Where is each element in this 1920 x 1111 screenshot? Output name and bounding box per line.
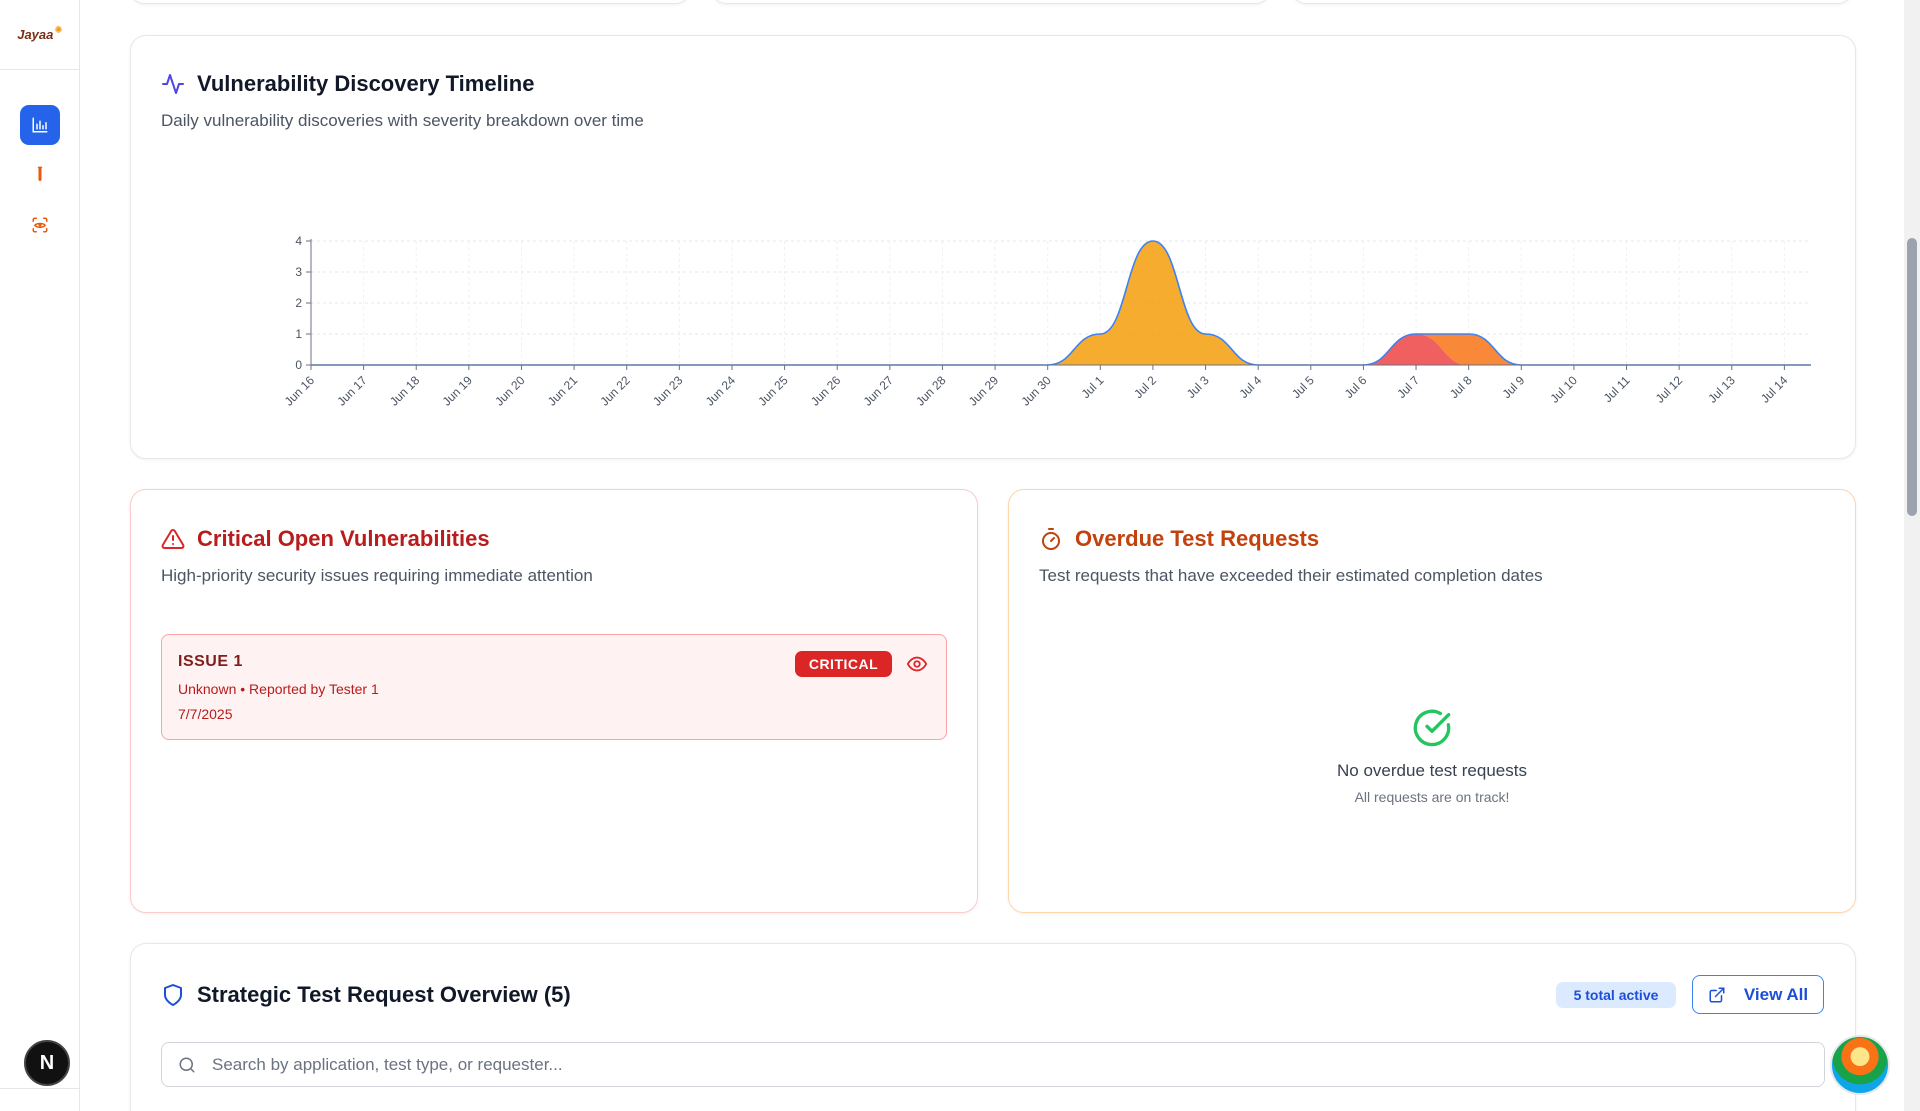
sidebar: Jayaa ✺ N [0, 0, 80, 1111]
nav-dashboard-button[interactable] [20, 105, 60, 145]
overdue-card: Overdue Test Requests Test requests that… [1008, 489, 1856, 913]
x-tick-label: Jun 18 [387, 373, 423, 409]
issue-date: 7/7/2025 [178, 706, 233, 722]
x-tick-label: Jun 25 [755, 373, 791, 409]
eye-icon[interactable] [906, 653, 928, 675]
bar-chart-icon [32, 117, 48, 133]
strategic-title: Strategic Test Request Overview (5) [161, 982, 571, 1008]
x-tick-label: Jul 6 [1342, 373, 1370, 401]
severity-badge: CRITICAL [795, 651, 892, 677]
x-tick-label: Jun 28 [913, 373, 949, 409]
view-all-label: View All [1743, 984, 1809, 1004]
user-avatar-badge[interactable]: N [24, 1040, 70, 1086]
x-tick-label: Jul 4 [1236, 373, 1264, 401]
stat-card-2 [712, 0, 1270, 4]
assistant-avatar-button[interactable] [1830, 1035, 1890, 1095]
x-tick-label: Jun 17 [334, 373, 370, 409]
timeline-title-text: Vulnerability Discovery Timeline [197, 71, 535, 96]
strategic-title-text: Strategic Test Request Overview (5) [197, 982, 571, 1007]
overdue-title: Overdue Test Requests [1039, 526, 1319, 552]
external-link-icon [1709, 987, 1725, 1002]
x-tick-label: Jul 8 [1447, 373, 1475, 401]
y-tick-label: 2 [295, 296, 302, 310]
timeline-subtitle: Daily vulnerability discoveries with sev… [161, 111, 644, 130]
scrollbar-track[interactable] [1904, 0, 1920, 1111]
activity-icon [162, 74, 184, 94]
active-count-badge: 5 total active [1556, 982, 1676, 1008]
timer-icon [1042, 528, 1060, 550]
x-tick-label: Jul 2 [1131, 373, 1159, 401]
x-tick-label: Jul 11 [1601, 373, 1633, 405]
search-input[interactable] [212, 1043, 1792, 1086]
series-area-0 [311, 334, 1811, 365]
issue-title: ISSUE 1 [178, 653, 243, 670]
critical-subtitle: High-priority security issues requiring … [161, 566, 593, 585]
x-tick-label: Jun 19 [440, 373, 476, 409]
x-tick-label: Jul 13 [1705, 373, 1738, 406]
search-icon [179, 1057, 195, 1073]
x-tick-label: Jul 7 [1394, 373, 1422, 401]
empty-state: No overdue test requests All requests ar… [1009, 708, 1855, 805]
scrollbar-thumb[interactable] [1907, 238, 1917, 516]
timeline-title: Vulnerability Discovery Timeline [161, 71, 534, 97]
sidebar-divider [0, 1088, 80, 1089]
x-tick-label: Jun 16 [282, 373, 318, 409]
x-tick-label: Jul 10 [1547, 373, 1580, 406]
x-tick-label: Jul 9 [1500, 373, 1528, 401]
x-tick-label: Jun 24 [703, 373, 739, 409]
critical-issue-item[interactable]: ISSUE 1 Unknown • Reported by Tester 1 7… [161, 634, 947, 740]
critical-title: Critical Open Vulnerabilities [161, 526, 490, 552]
x-tick-label: Jun 30 [1018, 373, 1054, 409]
x-tick-label: Jun 20 [492, 373, 528, 409]
empty-subtitle: All requests are on track! [1354, 789, 1510, 805]
sun-icon: ✺ [54, 25, 63, 36]
critical-card: Critical Open Vulnerabilities High-prior… [130, 489, 978, 913]
search-field[interactable] [161, 1042, 1825, 1087]
empty-title: No overdue test requests [1337, 761, 1527, 780]
test-tube-icon [37, 166, 43, 181]
y-tick-label: 3 [295, 265, 302, 279]
view-all-button[interactable]: View All [1692, 975, 1824, 1014]
critical-title-text: Critical Open Vulnerabilities [197, 526, 490, 551]
x-tick-label: Jul 1 [1079, 373, 1107, 401]
y-tick-label: 0 [295, 358, 302, 372]
overdue-title-text: Overdue Test Requests [1075, 526, 1320, 551]
x-tick-label: Jul 12 [1653, 373, 1686, 406]
x-tick-label: Jun 21 [545, 373, 581, 409]
nav-scan-button[interactable] [20, 205, 60, 245]
issue-meta: Unknown • Reported by Tester 1 [178, 681, 379, 697]
y-tick-label: 1 [295, 327, 302, 341]
timeline-chart: 0 1 2 3 4 Jun 16 Jun 17 Jun 18 Jun 19 Jun 20 Jun 2… [282, 234, 1811, 409]
app-logo[interactable]: Jayaa ✺ [0, 0, 80, 70]
nav-tests-button[interactable] [20, 155, 60, 195]
check-circle-icon [1413, 709, 1451, 747]
timeline-card: Vulnerability Discovery Timeline Daily v… [130, 35, 1856, 459]
stat-card-3 [1292, 0, 1852, 4]
stat-card-1 [130, 0, 690, 4]
x-tick-label: Jun 26 [808, 373, 844, 409]
alert-triangle-icon [161, 528, 185, 549]
x-tick-label: Jun 23 [650, 373, 686, 409]
y-tick-label: 4 [295, 234, 302, 248]
series-area-1 [311, 334, 1811, 365]
x-tick-label: Jun 29 [966, 373, 1002, 409]
x-tick-label: Jul 3 [1184, 373, 1212, 401]
shield-icon [164, 984, 182, 1006]
x-tick-label: Jul 5 [1289, 373, 1317, 401]
overdue-subtitle: Test requests that have exceeded their e… [1039, 566, 1543, 585]
scan-eye-icon [32, 217, 48, 233]
logo-text: Jayaa [17, 27, 54, 42]
x-tick-label: Jul 14 [1758, 373, 1791, 406]
x-tick-label: Jun 22 [597, 373, 633, 409]
x-tick-label: Jun 27 [861, 373, 897, 409]
